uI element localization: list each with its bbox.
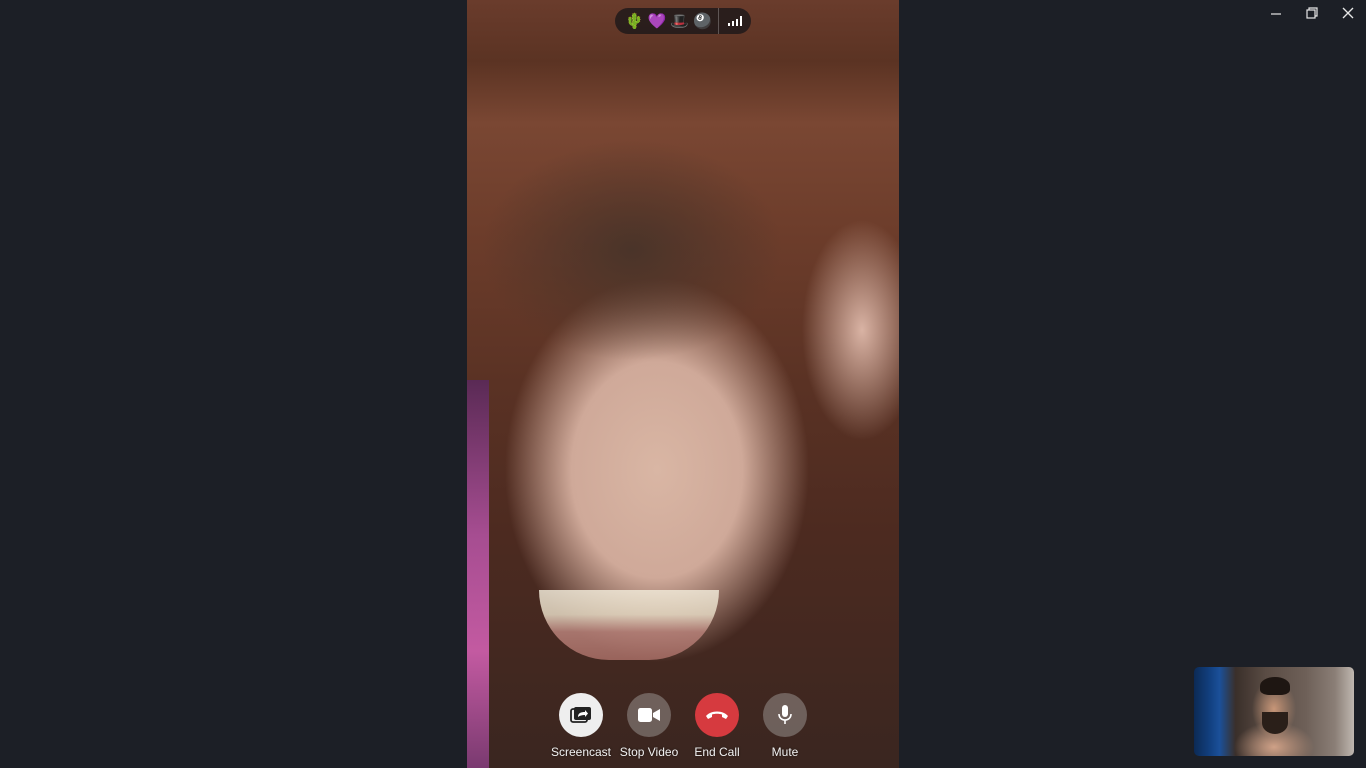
screencast-button[interactable] bbox=[559, 693, 603, 737]
phone-hangup-icon bbox=[706, 711, 728, 719]
close-button[interactable] bbox=[1330, 0, 1366, 26]
mute-label: Mute bbox=[771, 745, 799, 759]
remote-video-background bbox=[467, 380, 489, 768]
restore-icon bbox=[1306, 7, 1318, 19]
cactus-emoji: 🌵 bbox=[625, 12, 644, 30]
call-status-pill: 🌵 💜 🎩 🎱 bbox=[615, 8, 751, 34]
top-hat-emoji: 🎩 bbox=[670, 12, 690, 30]
restore-button[interactable] bbox=[1294, 0, 1330, 26]
close-icon bbox=[1342, 7, 1354, 19]
signal-bars-icon bbox=[728, 16, 742, 26]
remote-video bbox=[467, 0, 899, 768]
screencast-icon bbox=[570, 707, 591, 723]
minimize-icon bbox=[1271, 13, 1281, 15]
screencast-label: Screencast bbox=[550, 745, 612, 759]
self-video-detail-2 bbox=[1262, 712, 1288, 734]
self-video-detail bbox=[1260, 677, 1290, 695]
mute-button[interactable] bbox=[763, 693, 807, 737]
remote-video-detail bbox=[539, 590, 719, 660]
call-controls: Screencast Stop Video End Call Mute bbox=[545, 693, 815, 763]
mute-control: Mute bbox=[753, 693, 817, 759]
self-video-preview[interactable] bbox=[1194, 667, 1354, 756]
microphone-icon bbox=[778, 705, 792, 724]
stop-video-label: Stop Video bbox=[619, 745, 679, 759]
encryption-emoji-key[interactable]: 🌵 💜 🎩 🎱 bbox=[615, 14, 718, 29]
screencast-control: Screencast bbox=[549, 693, 613, 759]
video-camera-icon bbox=[638, 708, 660, 722]
end-call-button[interactable] bbox=[695, 693, 739, 737]
eight-ball-emoji: 🎱 bbox=[693, 12, 712, 30]
window-controls bbox=[1258, 0, 1366, 26]
end-call-label: End Call bbox=[694, 745, 740, 759]
stop-video-control: Stop Video bbox=[617, 693, 681, 759]
minimize-button[interactable] bbox=[1258, 0, 1294, 26]
stop-video-button[interactable] bbox=[627, 693, 671, 737]
signal-indicator bbox=[719, 16, 751, 26]
purple-heart-emoji: 💜 bbox=[647, 12, 667, 30]
end-call-control: End Call bbox=[685, 693, 749, 759]
